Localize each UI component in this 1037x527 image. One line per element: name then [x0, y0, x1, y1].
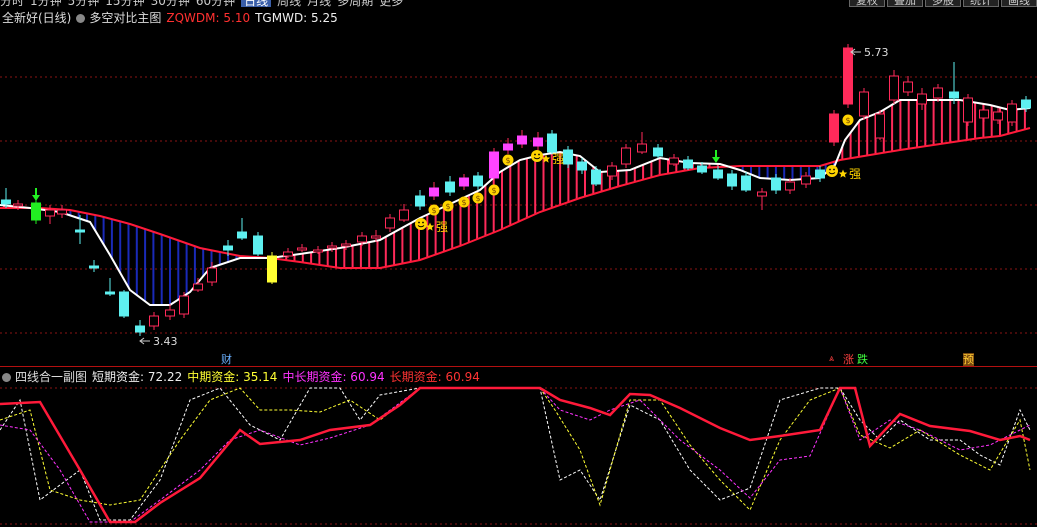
- candle-body: [591, 169, 601, 185]
- strong-label: 强: [552, 152, 564, 166]
- candle-body: [653, 147, 663, 157]
- smiley-icon: [538, 153, 540, 156]
- candle-body: [179, 295, 189, 315]
- smiley-icon: [418, 221, 420, 224]
- candle-body: [785, 181, 795, 191]
- candle-body: [889, 75, 899, 101]
- candle-body: [727, 173, 737, 187]
- candle-body: [149, 315, 159, 327]
- kline-chart[interactable]: $ $ $ $$$$强强强5.733.43: [0, 0, 1037, 527]
- money-bag-icon: $: [845, 116, 850, 125]
- candle-body: [829, 113, 839, 143]
- candle-body: [757, 191, 767, 197]
- candle-body: [801, 175, 811, 185]
- sell-arrow-icon: [712, 157, 720, 163]
- candle-body: [903, 81, 913, 93]
- candle-body: [415, 195, 425, 207]
- buy-arrow-icon: [32, 195, 40, 201]
- candle-body: [933, 87, 943, 99]
- candle-body: [517, 135, 527, 145]
- candle-body: [683, 159, 693, 169]
- money-bag-icon: $: [431, 206, 436, 215]
- strong-label: 强: [849, 167, 861, 181]
- candle-body: [253, 235, 263, 255]
- candle-body: [165, 309, 175, 317]
- candle-body: [283, 251, 293, 257]
- candle-body: [223, 245, 233, 251]
- candle-body: [473, 175, 483, 187]
- candle-body: [207, 267, 217, 283]
- candle-body: [45, 209, 55, 217]
- candle-body: [979, 109, 989, 119]
- candle-body: [371, 235, 381, 239]
- candle-body: [503, 143, 513, 151]
- midlong-fund-line: [0, 386, 1031, 523]
- candle-body: [385, 217, 395, 229]
- candle-body: [637, 143, 647, 153]
- candle-body: [429, 187, 439, 197]
- short-fund-line: [0, 387, 1031, 521]
- candle-body: [341, 243, 351, 247]
- candle-body: [993, 111, 1003, 121]
- mid-fund-line: [0, 387, 1031, 511]
- strong-label: 强: [436, 220, 448, 234]
- candle-body: [357, 235, 367, 243]
- candle-body: [1, 199, 11, 205]
- candle-body: [1021, 99, 1031, 109]
- smiley-icon: [826, 165, 838, 177]
- candle-body: [57, 209, 67, 215]
- low-price-label: 3.43: [153, 335, 178, 348]
- candle-body: [445, 181, 455, 193]
- candle-body: [89, 265, 99, 269]
- candle-body: [949, 91, 959, 99]
- candle-body: [917, 93, 927, 105]
- smiley-icon: [422, 221, 424, 224]
- candle-body: [547, 133, 557, 153]
- candle-body: [105, 291, 115, 295]
- smiley-icon: [833, 168, 835, 171]
- candle-body: [237, 231, 247, 239]
- candle-body: [399, 209, 409, 221]
- candle-body: [875, 113, 885, 139]
- money-bag-icon: $: [461, 198, 466, 207]
- candle-body: [193, 283, 203, 291]
- candle-body: [75, 229, 85, 233]
- candle-body: [577, 161, 587, 171]
- candle-body: [815, 169, 825, 179]
- candle-body: [607, 165, 617, 177]
- candle-body: [297, 247, 307, 251]
- candle-body: [31, 202, 41, 221]
- candle-body: [697, 165, 707, 173]
- candle-body: [1007, 103, 1017, 123]
- money-bag-icon: $: [445, 202, 450, 211]
- smiley-icon: [531, 150, 543, 162]
- high-price-label: 5.73: [864, 46, 889, 59]
- smiley-icon: [534, 153, 536, 156]
- money-bag-icon: $: [491, 186, 496, 195]
- candle-body: [13, 203, 23, 207]
- candle-body: [119, 291, 129, 317]
- candle-body: [713, 169, 723, 179]
- candle-body: [741, 175, 751, 191]
- candle-body: [963, 97, 973, 123]
- candle-body: [267, 255, 277, 283]
- money-bag-icon: $: [475, 194, 480, 203]
- money-bag-icon: $: [505, 156, 510, 165]
- candle-body: [313, 249, 323, 253]
- candle-body: [327, 245, 337, 249]
- candle-body: [135, 325, 145, 333]
- candle-body: [489, 151, 499, 179]
- smiley-icon: [829, 168, 831, 171]
- long-fund-line: [0, 386, 1031, 524]
- smiley-icon: [415, 218, 427, 230]
- candle-body: [621, 147, 631, 165]
- candle-body: [533, 137, 543, 147]
- candle-body: [669, 157, 679, 165]
- candle-body: [771, 177, 781, 191]
- candle-body: [563, 149, 573, 165]
- star-icon: [838, 169, 848, 178]
- candle-body: [843, 47, 853, 105]
- candle-body: [859, 91, 869, 117]
- candle-body: [459, 177, 469, 187]
